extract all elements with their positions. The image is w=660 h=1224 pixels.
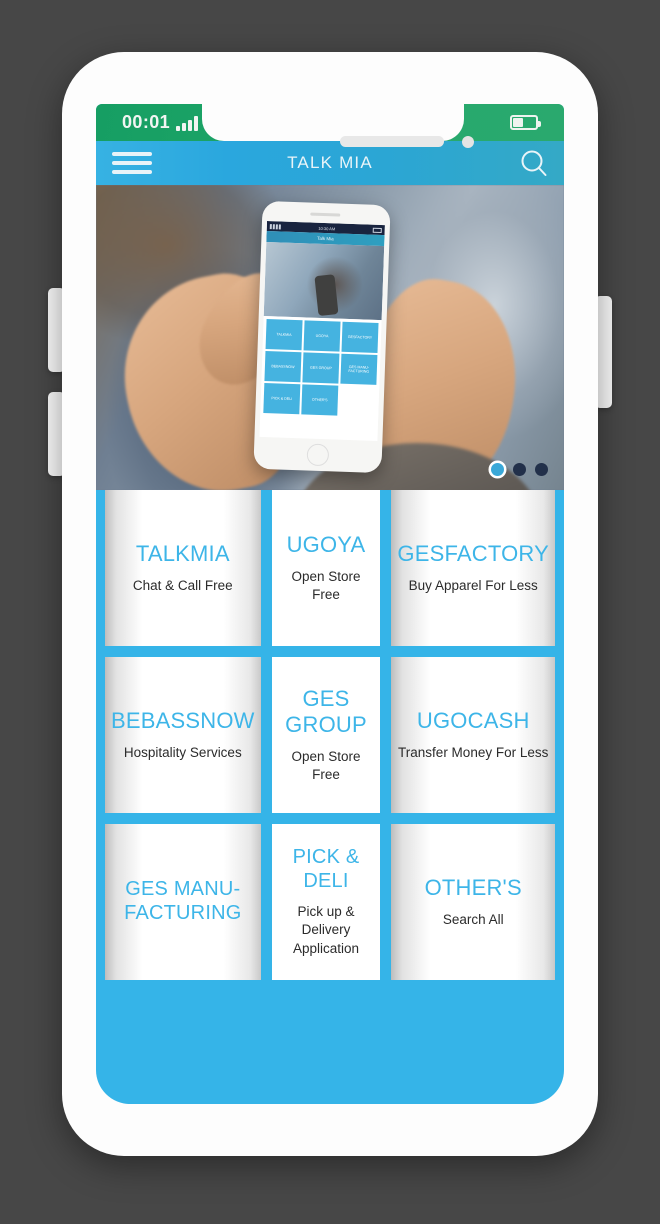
mini-tile: TALKMIA	[265, 319, 303, 351]
app-tile-subtitle: Chat & Call Free	[132, 577, 233, 593]
mini-status-time: 10:30 AM	[318, 225, 336, 231]
app-tile[interactable]: UGOYA Open Store Free	[271, 490, 381, 646]
app-tile-title: UGOCASH	[416, 707, 530, 733]
mini-tile: GESFACTORY	[341, 321, 379, 353]
app-tile[interactable]: BEBASSNOW Hospitality Services	[105, 657, 261, 813]
status-bar-left: 00:01	[122, 112, 199, 132]
app-tile-grid: TALKMIA Chat & Call Free UGOYA Open Store F…	[96, 490, 564, 980]
app-tile[interactable]: PICK & DELI Pick up & Delivery Applicatio…	[271, 824, 381, 980]
hero-mini-phone: 10:30 AM Talk Mia TALKMIA UGOYA GESFACTORY…	[253, 200, 391, 474]
mini-phone-screen: 10:30 AM Talk Mia TALKMIA UGOYA GESFACTORY…	[259, 221, 385, 441]
app-tile-subtitle: Buy Apparel For Less	[408, 577, 538, 593]
app-tile-subtitle: Open Store Free	[291, 748, 361, 782]
app-tile[interactable]: GES MANU-FACTURING	[105, 824, 261, 980]
app-tile-title: OTHER'S	[424, 874, 522, 900]
phone-device-frame: 00:01 TALK MIA 10:30 AM Talk Mia TALKMIA…	[62, 52, 598, 1156]
carousel-dot-1[interactable]	[491, 463, 504, 476]
app-tile-subtitle: Hospitality Services	[123, 744, 242, 760]
phone-screen: 00:01 TALK MIA 10:30 AM Talk Mia TALKMIA…	[96, 104, 564, 1104]
app-tile[interactable]: GESFACTORY Buy Apparel For Less	[391, 490, 555, 646]
battery-fill	[513, 118, 523, 127]
app-tile-subtitle: Search All	[442, 911, 504, 927]
carousel-dot-3[interactable]	[535, 463, 548, 476]
search-icon[interactable]	[518, 148, 550, 180]
mini-battery-icon	[372, 227, 382, 233]
mini-signal-icon	[269, 223, 281, 229]
battery-icon	[510, 115, 541, 130]
app-tile-title: BEBASSNOW	[111, 707, 255, 733]
earpiece-speaker-icon	[340, 136, 444, 147]
app-tile[interactable]: OTHER'S Search All	[391, 824, 555, 980]
mini-tile: BEBASSNOW	[264, 351, 302, 383]
mini-home-button-icon	[306, 443, 330, 467]
app-tile-title: PICK & DELI	[292, 846, 360, 892]
page-title: TALK MIA	[287, 153, 373, 172]
app-tile[interactable]: GES GROUP Open Store Free	[271, 657, 381, 813]
front-camera-icon	[462, 136, 474, 148]
mini-earpiece-icon	[310, 212, 341, 217]
mini-tile-grid: TALKMIA UGOYA GESFACTORY BEBASSNOW GES GROUP…	[260, 315, 382, 421]
mini-tile: PICK & DELI	[263, 383, 301, 415]
app-header-bar: TALK MIA	[96, 141, 564, 185]
app-tile-title: GES MANU-FACTURING	[124, 878, 242, 924]
status-clock: 00:01	[122, 112, 171, 132]
app-tile-subtitle: Transfer Money For Less	[398, 744, 549, 760]
mini-photo-phone	[314, 274, 339, 317]
app-tile-subtitle: Pick up & Delivery Application	[292, 904, 360, 956]
signal-bars-icon	[176, 116, 199, 131]
mini-tile: OTHER'S	[301, 384, 339, 416]
app-tile-title: UGOYA	[286, 531, 366, 557]
app-tile[interactable]: TALKMIA Chat & Call Free	[105, 490, 261, 646]
hero-carousel[interactable]: 10:30 AM Talk Mia TALKMIA UGOYA GESFACTORY…	[96, 185, 564, 490]
power-button[interactable]	[596, 296, 612, 408]
app-tile-title: GES GROUP	[285, 685, 367, 737]
app-tile-title: TALKMIA	[135, 540, 230, 566]
status-bar: 00:01	[96, 104, 564, 141]
carousel-dots[interactable]	[491, 463, 548, 476]
page-background: 00:01 TALK MIA 10:30 AM Talk Mia TALKMIA…	[0, 0, 660, 1224]
mini-tile: GES GROUP	[302, 352, 340, 384]
app-tile[interactable]: UGOCASH Transfer Money For Less	[391, 657, 555, 813]
mini-tile-empty	[339, 386, 376, 417]
mini-hero-photo	[263, 241, 385, 321]
carousel-dot-2[interactable]	[513, 463, 526, 476]
app-tile-subtitle: Open Store Free	[291, 568, 361, 602]
app-tile-title: GESFACTORY	[397, 540, 549, 566]
mini-tile: UGOYA	[303, 320, 341, 352]
mini-tile: GES MANU-FACTURING	[340, 353, 378, 385]
